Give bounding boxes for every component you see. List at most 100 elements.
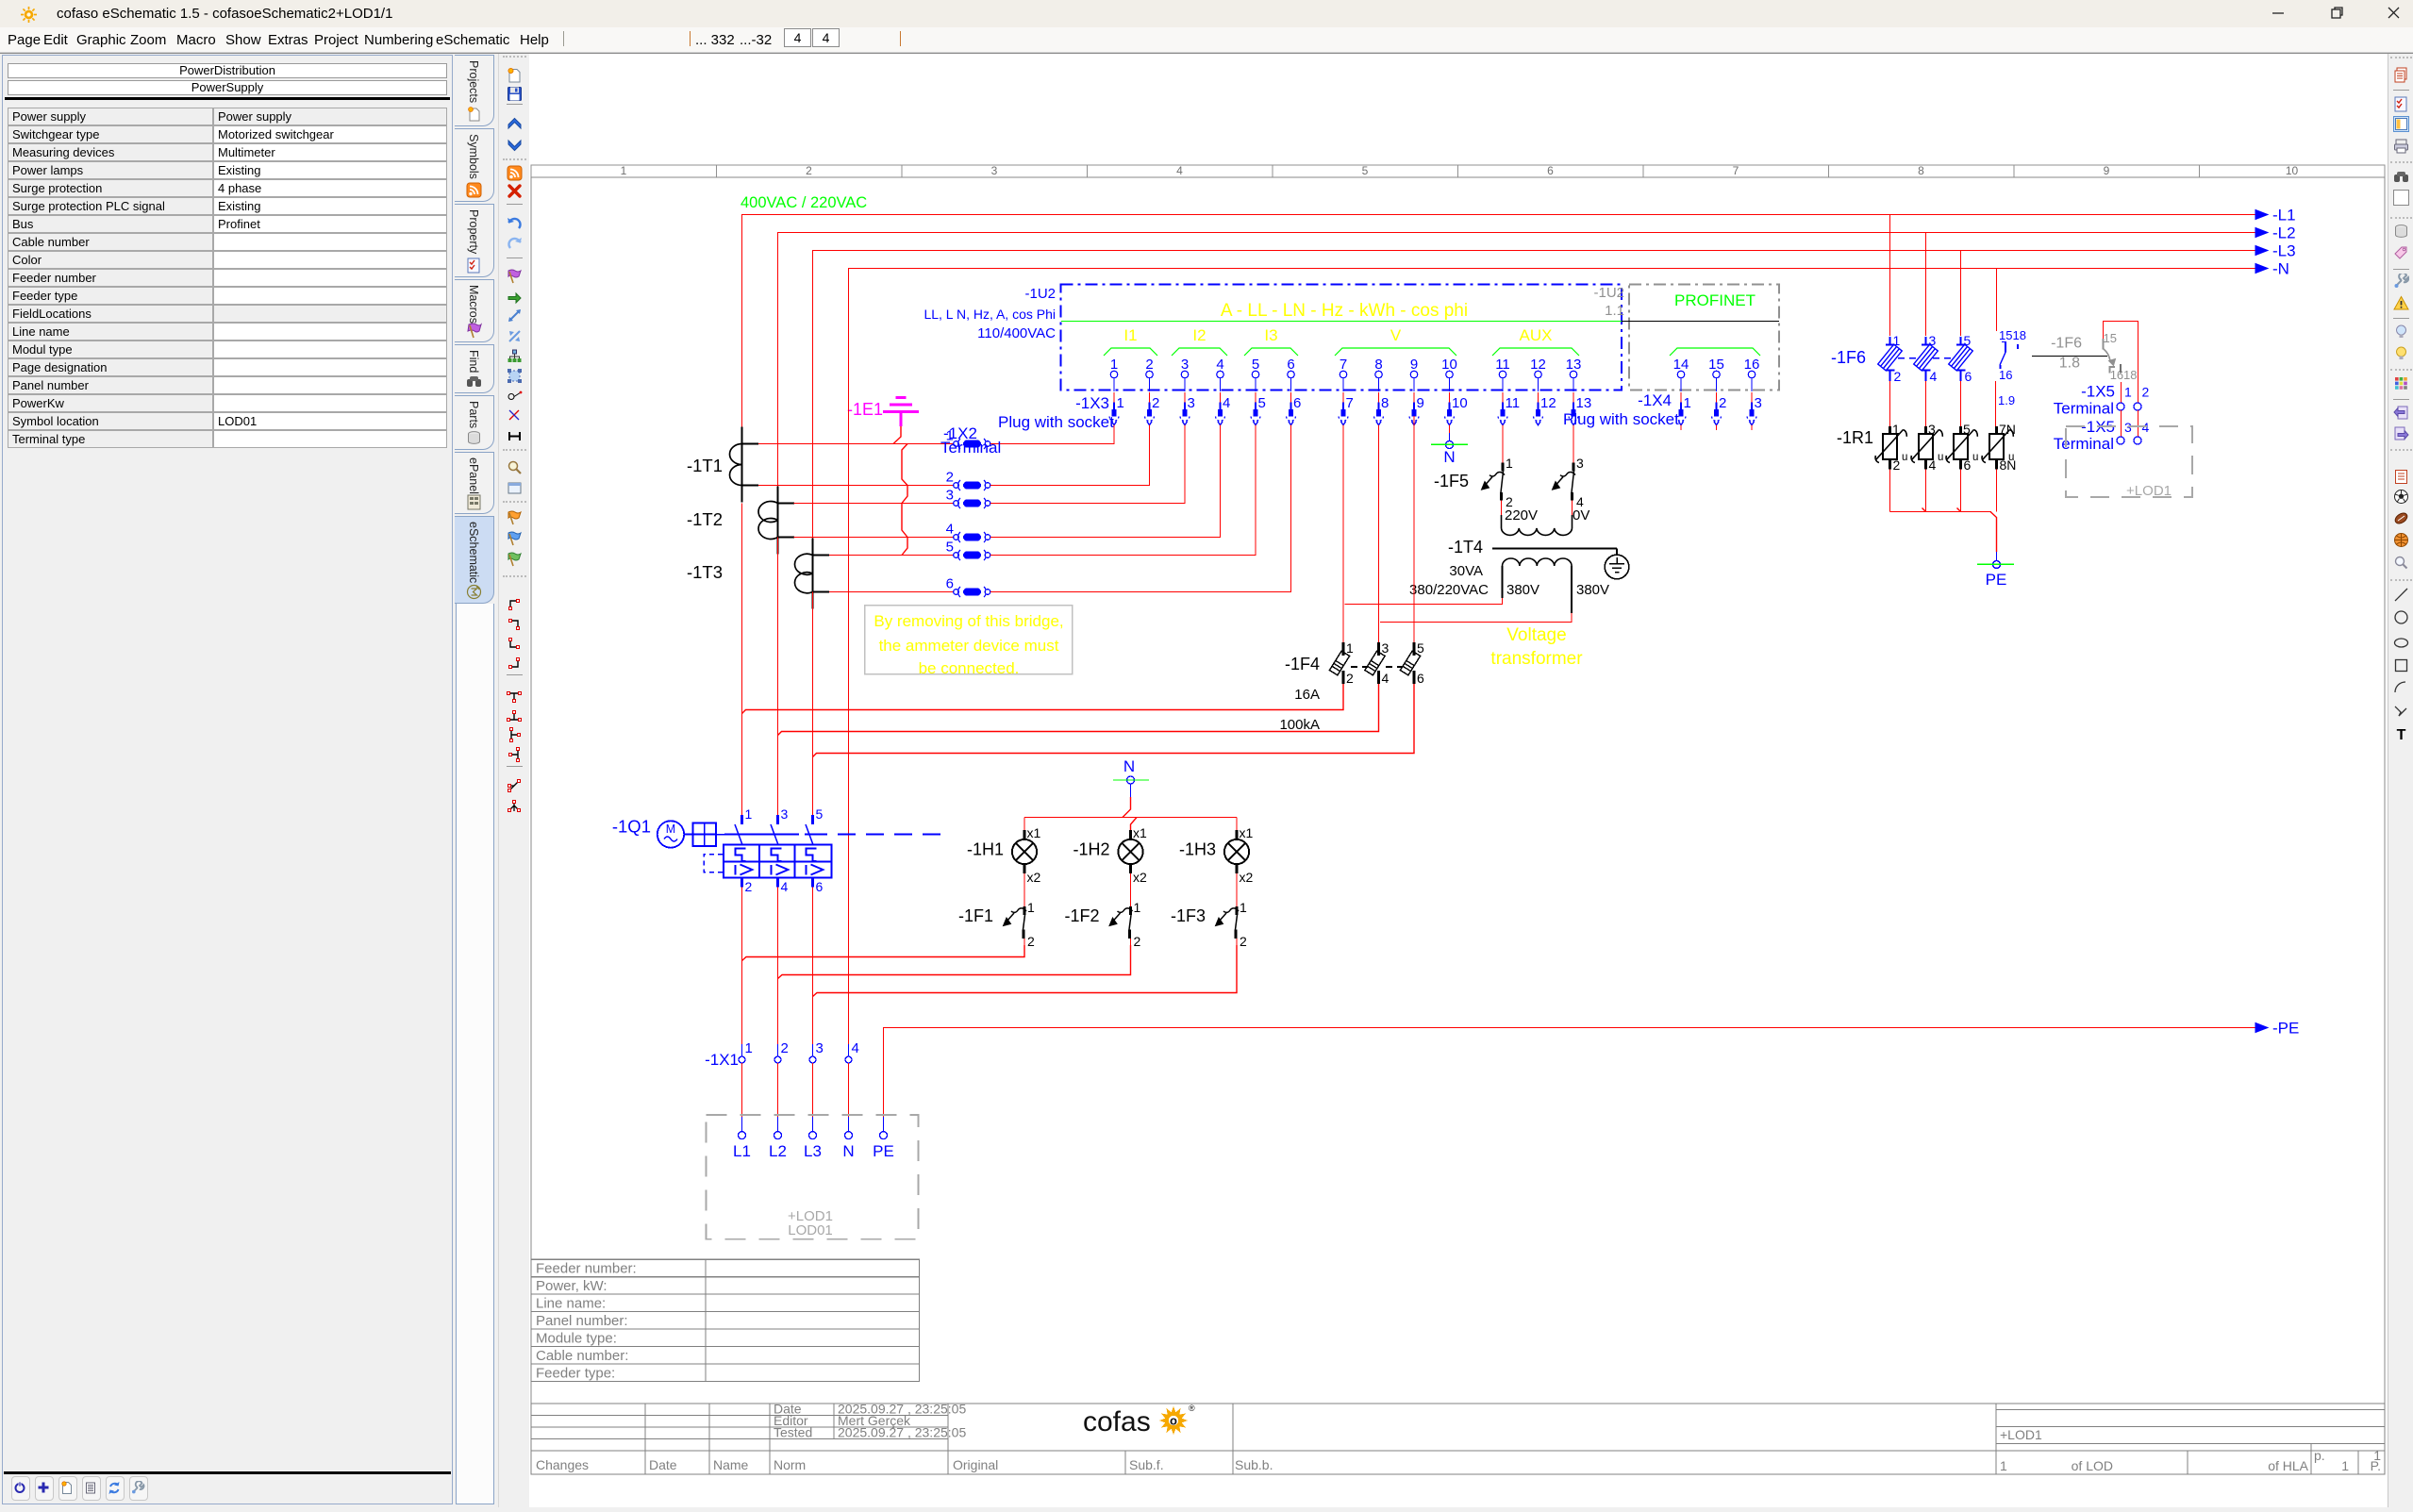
svg-text:Plug with socket: Plug with socket [998,413,1114,431]
svg-text:N: N [1443,448,1455,466]
svg-text:8: 8 [1374,357,1382,373]
svg-text:6: 6 [1417,671,1424,686]
svg-text:-1F6: -1F6 [1831,348,1866,367]
svg-text:transformer: transformer [1490,649,1583,669]
svg-text:3: 3 [1188,395,1195,411]
svg-text:4: 4 [1382,671,1390,686]
svg-text:2: 2 [806,164,812,177]
svg-text:-1T3: -1T3 [687,562,723,582]
svg-text:Original: Original [953,1457,998,1472]
svg-text:-L1: -L1 [2272,207,2296,224]
svg-text:Sub.b.: Sub.b. [1235,1457,1273,1472]
svg-text:1: 1 [1684,395,1691,411]
svg-text:L1: L1 [733,1142,751,1160]
svg-text:PE: PE [1986,571,2007,589]
svg-text:Voltage: Voltage [1506,625,1566,645]
svg-text:Feeder number:: Feeder number: [536,1261,637,1277]
svg-text:3: 3 [946,488,954,504]
svg-text:9: 9 [1417,395,1424,411]
svg-text:x1: x1 [1240,825,1254,840]
svg-text:4: 4 [1216,357,1223,373]
svg-text:3: 3 [1181,357,1189,373]
svg-text:6: 6 [1965,369,1972,384]
svg-text:-1T2: -1T2 [687,509,723,529]
svg-text:2: 2 [1152,395,1159,411]
svg-text:12: 12 [1530,357,1546,373]
svg-text:1: 1 [745,1040,753,1056]
svg-text:-1X4: -1X4 [1638,391,1672,409]
svg-text:1: 1 [2000,1458,2007,1473]
svg-text:I1: I1 [1123,326,1137,344]
svg-text:LL, L N, Hz, A, cos Phi: LL, L N, Hz, A, cos Phi [924,307,1056,322]
svg-text:-1Q1: -1Q1 [612,817,651,837]
svg-text:Plug with socket: Plug with socket [1563,410,1679,428]
svg-text:1.9: 1.9 [1998,393,2015,407]
svg-text:5: 5 [1258,395,1266,411]
svg-text:p.: p. [2314,1448,2325,1463]
svg-text:u: u [1972,452,1978,463]
svg-text:1: 1 [1506,456,1513,471]
svg-text:-1F5: -1F5 [1434,472,1469,490]
svg-text:-N: -N [2272,260,2289,278]
svg-text:-1X5: -1X5 [2081,383,2115,401]
svg-text:6: 6 [1547,164,1554,177]
svg-text:cofas: cofas [1083,1406,1151,1437]
svg-text:30VA: 30VA [1449,563,1483,579]
svg-text:1: 1 [2341,1458,2349,1473]
svg-text:-1F1: -1F1 [958,906,993,925]
svg-text:-1F2: -1F2 [1064,906,1099,925]
svg-text:4: 4 [946,522,954,538]
svg-text:I2: I2 [1192,326,1206,344]
svg-text:5: 5 [816,806,824,822]
svg-text:PROFINET: PROFINET [1674,291,1756,309]
svg-text:-1U2: -1U2 [1024,286,1056,302]
svg-text:1: 1 [1117,395,1124,411]
svg-text:Line name:: Line name: [536,1296,606,1312]
svg-text:4: 4 [1176,164,1183,177]
svg-text:16A: 16A [1294,687,1320,703]
svg-text:-1H2: -1H2 [1073,840,1109,859]
svg-text:6: 6 [816,879,824,894]
svg-text:1: 1 [1240,900,1247,915]
svg-text:-L2: -L2 [2272,224,2296,242]
svg-text:N: N [842,1142,854,1160]
svg-text:of HLA: of HLA [2268,1458,2308,1473]
svg-text:4: 4 [1930,369,1938,384]
svg-text:2: 2 [1894,369,1902,384]
svg-text:By removing of this bridge,: By removing of this bridge, [874,612,1063,630]
svg-text:1: 1 [1110,357,1118,373]
svg-text:11: 11 [1495,357,1510,373]
svg-text:AUX: AUX [1520,326,1553,344]
svg-text:x2: x2 [1027,870,1041,885]
svg-text:1: 1 [1346,640,1354,656]
svg-text:2: 2 [1346,671,1354,686]
svg-text:380/220VAC: 380/220VAC [1409,582,1489,598]
svg-text:2: 2 [1027,934,1035,949]
svg-text:380V: 380V [1576,582,1609,598]
svg-text:4: 4 [781,879,789,894]
svg-text:11: 11 [1506,395,1521,411]
svg-text:-1X3: -1X3 [1075,394,1109,412]
svg-text:1: 1 [745,806,753,822]
svg-text:Power, kW:: Power, kW: [536,1278,607,1294]
svg-text:of LOD: of LOD [2072,1458,2113,1473]
svg-text:100kA: 100kA [1279,717,1320,733]
svg-text:18: 18 [2123,368,2137,382]
svg-text:16: 16 [1744,357,1760,373]
svg-text:be connected.: be connected. [919,659,1020,677]
svg-text:2: 2 [1145,357,1153,373]
svg-text:9: 9 [1410,357,1418,373]
svg-text:1.1: 1.1 [1605,303,1624,319]
svg-text:0V: 0V [1573,507,1589,523]
svg-text:4: 4 [1929,457,1937,473]
svg-text:-1F4: -1F4 [1285,655,1320,673]
svg-text:L3: L3 [804,1142,822,1160]
svg-text:5: 5 [1362,164,1369,177]
svg-text:2: 2 [781,1040,789,1056]
svg-text:5: 5 [946,540,954,556]
svg-text:3: 3 [1755,395,1762,411]
svg-text:10: 10 [1452,395,1468,411]
svg-text:2: 2 [1893,457,1901,473]
svg-text:LOD01: LOD01 [788,1222,833,1238]
svg-text:4: 4 [2142,420,2150,435]
